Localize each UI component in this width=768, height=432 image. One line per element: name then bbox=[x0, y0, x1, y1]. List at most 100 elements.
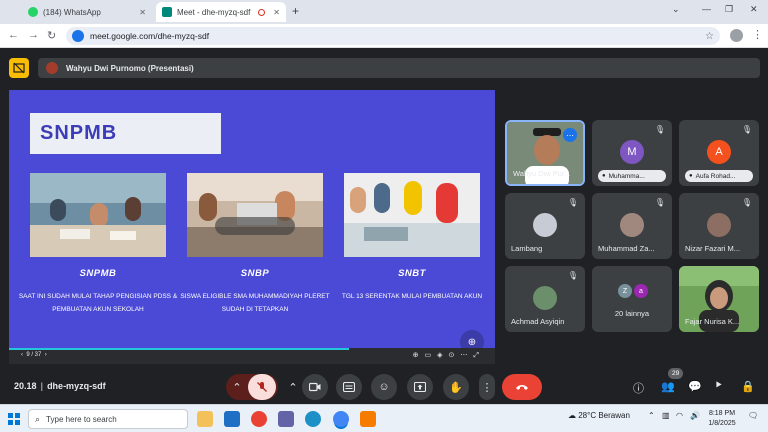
volume-icon[interactable]: 🔊 bbox=[690, 411, 700, 420]
new-tab-button[interactable]: + bbox=[292, 4, 299, 18]
present-off-icon bbox=[13, 62, 25, 74]
back-icon[interactable]: ← bbox=[8, 29, 19, 41]
meeting-time: 20.18 bbox=[14, 381, 37, 391]
captions-icon bbox=[343, 382, 355, 392]
slide-tool-icons[interactable]: ⊕▭◈⊙⋯⤢ bbox=[413, 351, 485, 360]
presenter-avatar bbox=[46, 62, 58, 74]
search-icon: ⌕ bbox=[35, 413, 41, 424]
participant-name-pill: ● Aufa Rohad... bbox=[685, 170, 753, 182]
more-options-button[interactable]: ⋮ bbox=[479, 374, 495, 400]
more-options-icon[interactable]: ⋯ bbox=[563, 128, 577, 142]
meeting-details-icon[interactable]: ⓘ bbox=[633, 380, 644, 396]
participant-tile[interactable]: 🎙 Achmad Asyiqin bbox=[505, 266, 585, 332]
weather-widget[interactable]: ☁ 28°C Berawan bbox=[568, 411, 630, 420]
slide-controls: ‹ 9 / 37 › ⊕▭◈⊙⋯⤢ bbox=[9, 348, 495, 364]
camera-icon bbox=[309, 382, 321, 392]
chrome-active-icon[interactable] bbox=[333, 411, 349, 427]
url-text[interactable]: meet.google.com/dhe-myzq-sdf bbox=[90, 31, 705, 41]
mic-options-chevron-icon[interactable]: ⌃ bbox=[226, 374, 248, 400]
address-bar[interactable]: meet.google.com/dhe-myzq-sdf ☆ bbox=[66, 27, 720, 45]
mic-icon: ● bbox=[602, 173, 606, 179]
participant-tile[interactable]: 🎙 M ● Muhamma... bbox=[592, 120, 672, 186]
tab-meet[interactable]: Meet - dhe-myzq-sdf ✕ bbox=[156, 2, 286, 22]
slide-page-indicator: 9 / 37 bbox=[26, 352, 42, 358]
chrome-icon[interactable] bbox=[251, 411, 267, 427]
wifi-icon[interactable]: ◠ bbox=[676, 411, 683, 420]
tab-title: Meet - dhe-myzq-sdf bbox=[177, 7, 251, 17]
participant-tile[interactable]: 🎙 Lambang bbox=[505, 193, 585, 259]
tab-close-icon[interactable]: ✕ bbox=[273, 8, 280, 17]
slide-pager[interactable]: ‹ 9 / 37 › bbox=[21, 352, 47, 358]
reload-icon[interactable]: ↻ bbox=[47, 29, 56, 42]
chat-icon[interactable]: 💬 bbox=[688, 380, 702, 393]
participant-name: Muhammad Za... bbox=[598, 244, 655, 253]
raise-hand-button[interactable]: ✋ bbox=[443, 374, 469, 400]
participant-tile[interactable]: Fajar Nurisa K... bbox=[679, 266, 759, 332]
activities-icon[interactable]: ⯈ bbox=[714, 380, 723, 393]
presentation-slide[interactable]: SNPMB SNPMB SNBP SNBT SAAT INI SUDAH MUL… bbox=[9, 90, 495, 354]
slide-photo-students-laptop bbox=[187, 173, 323, 257]
others-tile[interactable]: Z a 20 lainnya bbox=[592, 266, 672, 332]
others-count: 20 lainnya bbox=[614, 309, 650, 318]
stop-presenting-button[interactable] bbox=[9, 58, 29, 78]
present-screen-button[interactable] bbox=[407, 374, 433, 400]
participant-tile[interactable]: 🎙 A ● Aufa Rohad... bbox=[679, 120, 759, 186]
hand-icon: ✋ bbox=[449, 381, 463, 394]
camera-options-chevron-icon[interactable]: ⌃ bbox=[282, 374, 304, 400]
emoji-icon: ☺ bbox=[378, 381, 390, 393]
participant-tile[interactable]: ⋯ Wahyu Dwi Pur... bbox=[505, 120, 585, 186]
participant-name: Muhamma... bbox=[608, 172, 645, 180]
notifications-icon[interactable]: 🗨 bbox=[748, 411, 758, 420]
network-icon[interactable]: ▥ bbox=[662, 411, 670, 420]
profile-avatar[interactable] bbox=[730, 29, 743, 42]
mic-off-icon: 🎙 bbox=[567, 198, 579, 207]
participant-avatar: M bbox=[620, 140, 644, 164]
captions-button[interactable] bbox=[336, 374, 362, 400]
participant-tile[interactable]: 🎙 Nizar Fazari M... bbox=[679, 193, 759, 259]
search-placeholder: Type here to search bbox=[46, 414, 117, 424]
show-hidden-icons[interactable]: ⌃ bbox=[648, 411, 655, 420]
meeting-info: 20.18 | dhe-myzq-sdf bbox=[14, 381, 106, 391]
mic-off-icon: 🎙 bbox=[567, 271, 579, 280]
host-controls-icon[interactable]: 🔒 bbox=[741, 380, 755, 393]
participant-name: Fajar Nurisa K... bbox=[685, 317, 740, 326]
close-window-button[interactable]: ✕ bbox=[750, 4, 758, 15]
reactions-button[interactable]: ☺ bbox=[371, 374, 397, 400]
mic-toggle-button[interactable] bbox=[248, 374, 276, 400]
browser-menu-icon[interactable]: ⋮ bbox=[752, 28, 763, 41]
restore-button[interactable]: ❐ bbox=[725, 4, 733, 15]
tab-search-icon[interactable]: ⌄ bbox=[672, 4, 680, 15]
tab-whatsapp[interactable]: (184) WhatsApp ✕ bbox=[22, 2, 152, 22]
presenter-banner: Wahyu Dwi Purnomo (Presentasi) bbox=[38, 58, 760, 78]
participant-tile[interactable]: 🎙 Muhammad Za... bbox=[592, 193, 672, 259]
people-icon[interactable]: 👥 bbox=[661, 380, 675, 393]
camera-toggle-button[interactable] bbox=[302, 374, 328, 400]
taskbar-clock[interactable]: 8:18 PM 1/8/2025 bbox=[702, 409, 742, 429]
more-vert-icon: ⋮ bbox=[481, 381, 493, 394]
weather-text: 28°C Berawan bbox=[578, 411, 630, 420]
participant-avatar: A bbox=[707, 140, 731, 164]
tab-title: (184) WhatsApp bbox=[43, 7, 101, 17]
bookmark-star-icon[interactable]: ☆ bbox=[705, 31, 714, 42]
meet-stage: Wahyu Dwi Purnomo (Presentasi) SNPMB SNP… bbox=[0, 48, 768, 404]
store-icon[interactable] bbox=[278, 411, 294, 427]
edge-icon[interactable] bbox=[305, 411, 321, 427]
windows-start-button[interactable] bbox=[8, 413, 20, 425]
clock-date: 1/8/2025 bbox=[708, 420, 736, 427]
minimize-button[interactable]: — bbox=[702, 4, 711, 14]
leave-call-button[interactable] bbox=[502, 374, 542, 400]
presenter-name: Wahyu Dwi Purnomo (Presentasi) bbox=[66, 63, 194, 73]
app-icon[interactable] bbox=[360, 411, 376, 427]
mic-off-icon: 🎙 bbox=[654, 125, 666, 134]
site-info-icon[interactable] bbox=[72, 30, 84, 42]
tab-close-icon[interactable]: ✕ bbox=[139, 8, 146, 17]
column-heading-snpmb: SNPMB bbox=[79, 268, 117, 279]
mail-icon[interactable] bbox=[224, 411, 240, 427]
mic-off-icon bbox=[257, 382, 267, 392]
file-explorer-icon[interactable] bbox=[197, 411, 213, 427]
taskbar-search-box[interactable]: ⌕ Type here to search bbox=[28, 409, 188, 429]
participant-avatar: Z bbox=[618, 284, 632, 298]
mic-off-icon: 🎙 bbox=[741, 198, 753, 207]
mic-icon: ● bbox=[689, 173, 693, 179]
forward-icon[interactable]: → bbox=[28, 29, 39, 41]
